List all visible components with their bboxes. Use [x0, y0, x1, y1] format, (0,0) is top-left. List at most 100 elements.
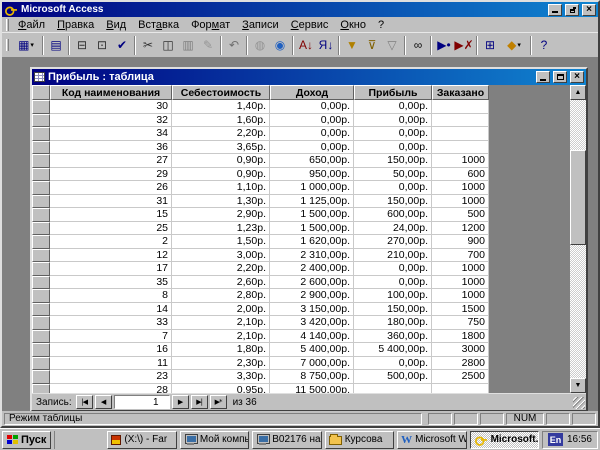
table-cell[interactable]: 2,20р. [172, 262, 270, 276]
table-cell[interactable]: 0,00р. [354, 140, 432, 154]
menu-item-file[interactable]: Файл [12, 18, 51, 32]
table-cell[interactable]: 2,20р. [172, 127, 270, 141]
table-cell[interactable]: 360,00р. [354, 329, 432, 343]
table-cell[interactable]: 2 310,00р. [270, 248, 354, 262]
table-cell[interactable]: 1,30р. [172, 194, 270, 208]
table-cell[interactable]: 32 [50, 113, 172, 127]
taskbar-button-access[interactable]: Microsoft... [469, 430, 539, 449]
new-record-button[interactable]: ▶* [209, 395, 227, 409]
record-selector[interactable] [32, 100, 50, 114]
table-cell[interactable]: 1,23р. [172, 221, 270, 235]
table-cell[interactable]: 1500 [432, 302, 489, 316]
table-cell[interactable]: 2,60р. [172, 275, 270, 289]
table-cell[interactable]: 8 750,00р. [270, 370, 354, 384]
table-cell[interactable]: 31 [50, 194, 172, 208]
table-cell[interactable]: 3,65р. [172, 140, 270, 154]
table-cell[interactable]: 100,00р. [354, 289, 432, 303]
help-button[interactable]: ? [534, 35, 554, 56]
table-cell[interactable]: 27 [50, 154, 172, 168]
taskbar-button-word[interactable]: WMicrosoft W... [397, 430, 467, 449]
table-cell[interactable]: 30 [50, 100, 172, 114]
table-cell[interactable]: 0,00р. [354, 356, 432, 370]
table-cell[interactable] [354, 383, 432, 393]
resize-grip[interactable] [573, 397, 585, 409]
table-cell[interactable]: 7 000,00р. [270, 356, 354, 370]
table-cell[interactable]: 3,30р. [172, 370, 270, 384]
sort-descending-button[interactable]: Я↓ [316, 35, 336, 56]
vertical-scrollbar[interactable]: ▲ ▼ [570, 85, 586, 393]
table-cell[interactable]: 0,00р. [270, 113, 354, 127]
scroll-up-button[interactable]: ▲ [570, 85, 586, 100]
table-cell[interactable]: 11 [50, 356, 172, 370]
next-record-button[interactable]: ▶ [171, 395, 189, 409]
record-number-input[interactable] [113, 395, 170, 409]
record-selector[interactable] [32, 329, 50, 343]
print-button[interactable]: ⊟ [72, 35, 92, 56]
table-maximize-button[interactable] [553, 71, 567, 83]
table-cell[interactable]: 0,95р. [172, 383, 270, 393]
table-cell[interactable]: 50,00р. [354, 167, 432, 181]
table-cell[interactable]: 3 150,00р. [270, 302, 354, 316]
table-cell[interactable]: 2,10р. [172, 329, 270, 343]
toolbar-drag-handle[interactable] [6, 39, 9, 51]
record-selector[interactable] [32, 262, 50, 276]
table-cell[interactable]: 23 [50, 370, 172, 384]
menu-item-insert[interactable]: Вставка [132, 18, 185, 32]
table-cell[interactable]: 1,80р. [172, 343, 270, 357]
menu-item-view[interactable]: Вид [100, 18, 132, 32]
new-record-button[interactable]: ▶• [434, 35, 454, 56]
table-cell[interactable]: 1000 [432, 275, 489, 289]
copy-button[interactable]: ◫ [158, 35, 178, 56]
table-cell[interactable]: 28 [50, 383, 172, 393]
table-cell[interactable]: 1000 [432, 181, 489, 195]
table-cell[interactable]: 33 [50, 316, 172, 330]
table-cell[interactable]: 2,30р. [172, 356, 270, 370]
table-window-titlebar[interactable]: Прибыль : таблица × [32, 69, 586, 85]
record-selector[interactable] [32, 248, 50, 262]
minimize-button[interactable] [548, 3, 562, 16]
delete-record-button[interactable]: ▶✗ [454, 35, 474, 56]
table-cell[interactable]: 0,00р. [354, 127, 432, 141]
table-cell[interactable]: 16 [50, 343, 172, 357]
record-selector[interactable] [32, 343, 50, 357]
restore-button[interactable] [565, 3, 579, 16]
table-cell[interactable]: 0,00р. [354, 100, 432, 114]
view-table-button[interactable]: ▦ ▾ [12, 35, 40, 56]
table-cell[interactable]: 0,00р. [354, 113, 432, 127]
menu-item-tools[interactable]: Сервис [285, 18, 335, 32]
taskbar-button-my-computer[interactable]: Мой компь... [179, 430, 250, 449]
table-cell[interactable]: 29 [50, 167, 172, 181]
filter-by-form-button[interactable]: ⊽ [362, 35, 382, 56]
table-cell[interactable]: 2,10р. [172, 316, 270, 330]
table-cell[interactable]: 2 [50, 235, 172, 249]
table-cell[interactable]: 750 [432, 316, 489, 330]
table-cell[interactable]: 0,00р. [270, 127, 354, 141]
table-cell[interactable]: 180,00р. [354, 316, 432, 330]
table-cell[interactable]: 2,90р. [172, 208, 270, 222]
record-selector[interactable] [32, 113, 50, 127]
table-cell[interactable]: 3000 [432, 343, 489, 357]
table-cell[interactable]: 150,00р. [354, 194, 432, 208]
table-cell[interactable]: 14 [50, 302, 172, 316]
table-cell[interactable]: 36 [50, 140, 172, 154]
table-cell[interactable]: 0,00р. [270, 100, 354, 114]
table-cell[interactable]: 1 000,00р. [270, 181, 354, 195]
save-button[interactable]: ▤ [46, 35, 66, 56]
table-cell[interactable]: 8 [50, 289, 172, 303]
record-selector[interactable] [32, 356, 50, 370]
table-minimize-button[interactable] [536, 71, 550, 83]
table-cell[interactable]: 1200 [432, 221, 489, 235]
table-cell[interactable]: 34 [50, 127, 172, 141]
table-cell[interactable]: 35 [50, 275, 172, 289]
column-header[interactable]: Заказано [432, 85, 489, 100]
table-cell[interactable]: 1 620,00р. [270, 235, 354, 249]
table-cell[interactable]: 1000 [432, 262, 489, 276]
table-cell[interactable]: 15 [50, 208, 172, 222]
web-toolbar-button[interactable]: ◉ [270, 35, 290, 56]
start-button[interactable]: Пуск [2, 430, 52, 449]
column-header[interactable]: Код наименования [50, 85, 172, 100]
column-header[interactable]: Доход [270, 85, 354, 100]
table-cell[interactable]: 1800 [432, 329, 489, 343]
table-cell[interactable]: 900 [432, 235, 489, 249]
table-cell[interactable]: 950,00р. [270, 167, 354, 181]
